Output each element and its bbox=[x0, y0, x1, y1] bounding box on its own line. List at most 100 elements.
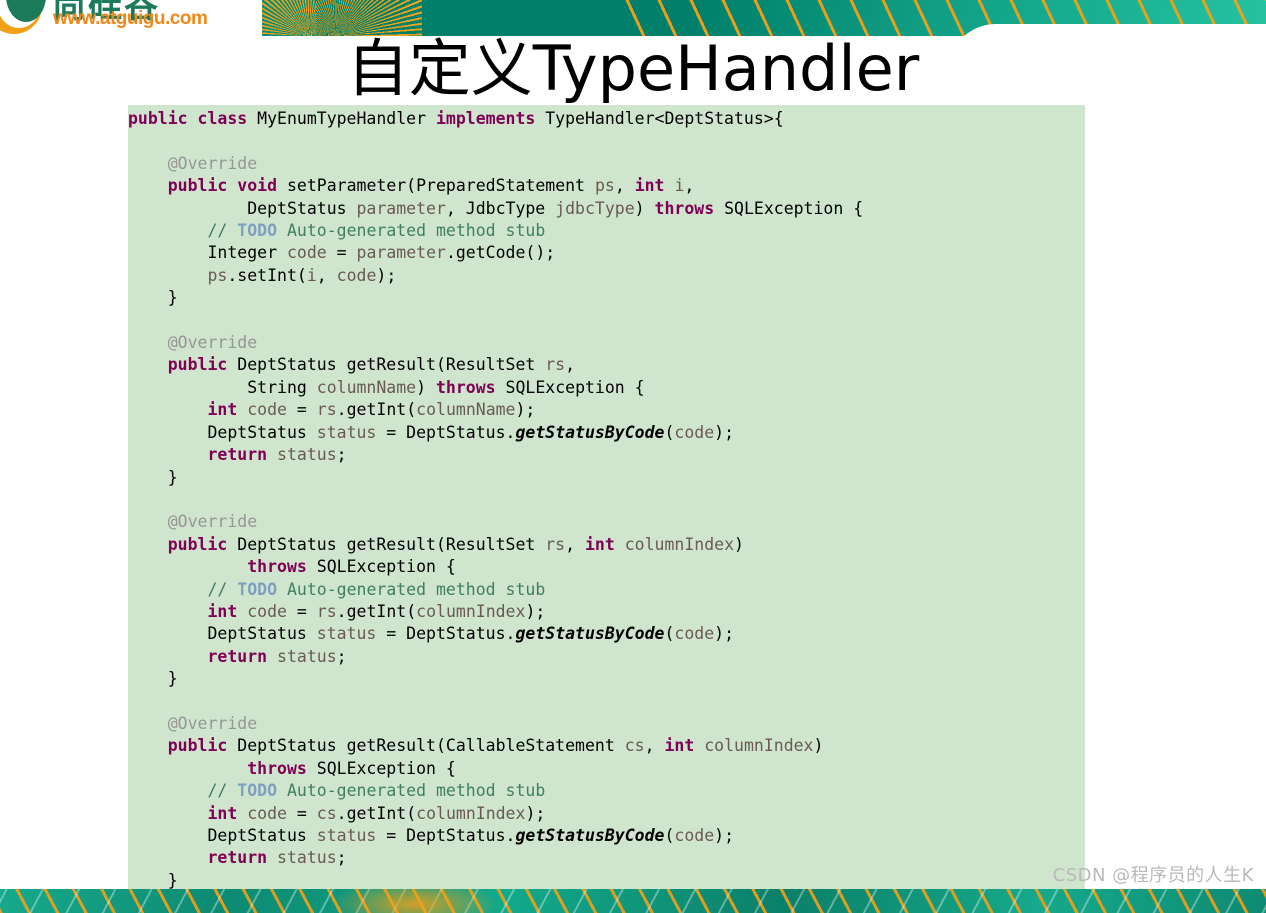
code-token: ps bbox=[207, 265, 228, 285]
footer-orange-glow bbox=[330, 889, 500, 913]
code-token: @Override bbox=[167, 153, 258, 173]
code-line: DeptStatus status = DeptStatus.getStatus… bbox=[128, 423, 734, 442]
code-line: } bbox=[128, 871, 178, 890]
code-token: getStatusByCode bbox=[515, 624, 665, 644]
code-token: ps bbox=[594, 176, 615, 196]
code-token: ( bbox=[664, 422, 675, 442]
code-token: } bbox=[167, 467, 178, 487]
code-token: ; bbox=[336, 445, 347, 465]
code-token: @Override bbox=[167, 333, 258, 353]
code-token: = bbox=[326, 243, 357, 263]
code-token: DeptStatus getResult(ResultSet bbox=[227, 534, 546, 554]
slide-header-banner: 尚硅谷 www.atguigu.com bbox=[0, 0, 1266, 36]
code-token: String bbox=[247, 377, 317, 397]
code-token: status bbox=[277, 848, 337, 868]
code-line: DeptStatus parameter, JdbcType jdbcType)… bbox=[128, 199, 863, 218]
code-token: status bbox=[316, 826, 377, 845]
code-line: int code = rs.getInt(columnIndex); bbox=[128, 602, 545, 621]
code-token: Auto-generated method stub bbox=[277, 781, 546, 801]
code-token: code bbox=[247, 803, 287, 823]
page-title: 自定义TypeHandler bbox=[346, 32, 920, 105]
code-token: public bbox=[167, 355, 228, 375]
code-token: code bbox=[674, 624, 715, 644]
code-token: Integer bbox=[207, 243, 287, 263]
code-token: = bbox=[286, 601, 317, 621]
code-token: = DeptStatus. bbox=[376, 422, 516, 442]
code-token: status bbox=[277, 646, 337, 666]
code-line: Integer code = parameter.getCode(); bbox=[128, 243, 555, 262]
code-token: throws bbox=[435, 377, 496, 397]
code-token: columnIndex bbox=[416, 803, 526, 823]
code-token: return bbox=[207, 646, 268, 666]
code-line: } bbox=[128, 288, 178, 307]
code-line: } bbox=[128, 468, 178, 487]
code-token: rs bbox=[545, 355, 566, 375]
code-token: @Override bbox=[167, 713, 258, 733]
code-token: DeptStatus bbox=[247, 198, 357, 218]
footer-white-stripes bbox=[0, 889, 1266, 913]
code-token: = bbox=[286, 803, 317, 823]
code-token: @Override bbox=[167, 512, 258, 532]
code-token: implements bbox=[435, 109, 536, 128]
code-token: ); bbox=[714, 624, 735, 644]
code-token: code bbox=[247, 601, 287, 621]
code-token: .getInt( bbox=[336, 400, 417, 420]
code-token: status bbox=[316, 624, 377, 644]
code-token: DeptStatus bbox=[207, 624, 317, 644]
code-token: , bbox=[316, 265, 337, 285]
code-token: code bbox=[286, 243, 327, 263]
code-token: ); bbox=[515, 400, 536, 420]
code-token: = DeptStatus. bbox=[376, 826, 516, 845]
code-token: ( bbox=[664, 624, 675, 644]
code-token: TODO bbox=[237, 221, 278, 241]
code-token: TypeHandler<DeptStatus>{ bbox=[535, 109, 784, 128]
code-token: return bbox=[207, 445, 268, 465]
code-token: parameter bbox=[356, 198, 446, 218]
code-token: MyEnumTypeHandler bbox=[247, 109, 436, 128]
code-token: DeptStatus bbox=[207, 422, 317, 442]
code-token: SQLException { bbox=[714, 198, 864, 218]
code-line: public DeptStatus getResult(ResultSet rs… bbox=[128, 535, 744, 554]
code-token: rs bbox=[545, 534, 566, 554]
logo-website-url: www.atguigu.com bbox=[53, 8, 208, 29]
code-token: DeptStatus getResult(ResultSet bbox=[227, 355, 546, 375]
code-token: columnIndex bbox=[416, 601, 526, 621]
code-token: Auto-generated method stub bbox=[277, 221, 546, 241]
code-line: @Override bbox=[128, 154, 257, 173]
code-token: int bbox=[664, 736, 695, 756]
code-line: @Override bbox=[128, 512, 257, 531]
code-token: = DeptStatus. bbox=[376, 624, 516, 644]
code-token: public bbox=[167, 176, 228, 196]
code-token: public bbox=[128, 109, 188, 128]
code-line: return status; bbox=[128, 848, 346, 868]
code-line: public DeptStatus getResult(CallableStat… bbox=[128, 736, 824, 756]
code-token: int bbox=[207, 400, 238, 420]
code-token: columnIndex bbox=[704, 736, 814, 756]
code-line: int code = cs.getInt(columnIndex); bbox=[128, 804, 545, 823]
code-line: // TODO Auto-generated method stub bbox=[128, 781, 545, 800]
code-token: int bbox=[207, 601, 238, 621]
code-line: public void setParameter(PreparedStateme… bbox=[128, 176, 695, 196]
code-token: .setInt( bbox=[227, 265, 307, 285]
code-token: , bbox=[644, 736, 665, 756]
code-token: cs bbox=[624, 736, 645, 756]
code-token: , bbox=[565, 534, 585, 554]
code-token: ); bbox=[714, 826, 735, 845]
code-token: SQLException { bbox=[495, 377, 645, 397]
code-token: columnName bbox=[416, 400, 516, 420]
code-line: @Override bbox=[128, 333, 257, 352]
code-token: } bbox=[167, 669, 178, 689]
code-token: , bbox=[684, 176, 695, 196]
csdn-watermark: CSDN @程序员的人生K bbox=[1052, 865, 1254, 886]
code-token: ) bbox=[634, 198, 655, 218]
code-token: status bbox=[316, 422, 377, 442]
code-token: code bbox=[247, 400, 287, 420]
code-token: code bbox=[674, 422, 715, 442]
code-token: , bbox=[565, 355, 576, 375]
code-token: void bbox=[237, 176, 278, 196]
code-line: DeptStatus status = DeptStatus.getStatus… bbox=[128, 826, 734, 845]
code-token: ( bbox=[664, 826, 675, 845]
